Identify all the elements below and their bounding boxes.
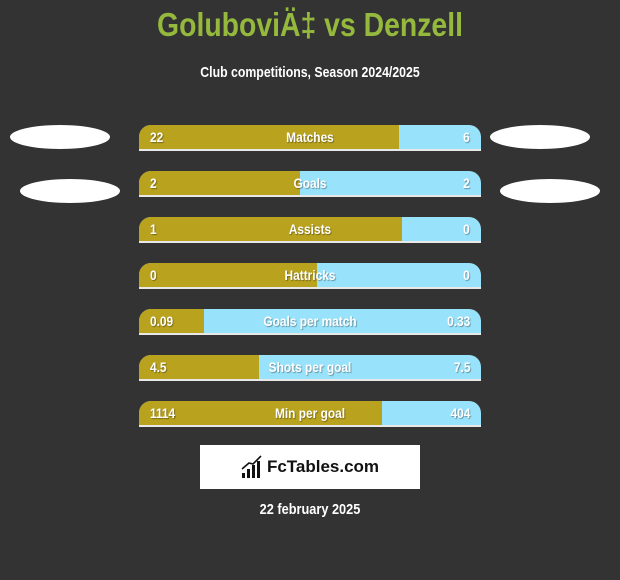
date-label: 22 february 2025 (259, 501, 361, 518)
stat-row: 0 Hattricks 0 (139, 263, 481, 289)
stat-row: 0.09 Goals per match 0.33 (139, 309, 481, 335)
stat-label: Assists (288, 221, 332, 237)
left-value: 22 (150, 129, 164, 145)
match-title: GoluboviÄ‡ vs Denzell (157, 6, 463, 43)
right-player-badge-2 (500, 179, 600, 203)
logo-text: FcTables.com (266, 457, 380, 476)
stat-row: 2 Goals 2 (139, 171, 481, 197)
stat-row: 1 Assists 0 (139, 217, 481, 243)
right-player-badge-1 (490, 125, 590, 149)
stat-label: Matches (286, 129, 334, 145)
left-player-badge-2 (20, 179, 120, 203)
stat-label: Goals (293, 175, 327, 191)
right-value: 404 (450, 405, 470, 421)
bar-chart-trend-icon (241, 455, 262, 478)
stat-row: 4.5 Shots per goal 7.5 (139, 355, 481, 381)
left-value: 1 (150, 221, 157, 237)
right-value: 0 (463, 267, 470, 283)
right-value: 0 (463, 221, 470, 237)
stat-label: Min per goal (274, 405, 346, 421)
stat-label: Shots per goal (268, 359, 352, 375)
left-player-badge-1 (10, 125, 110, 149)
stat-row: 1114 Min per goal 404 (139, 401, 481, 427)
stat-label: Goals per match (263, 313, 357, 329)
right-value: 6 (463, 129, 470, 145)
left-value: 0 (150, 267, 157, 283)
competition-subtitle: Club competitions, Season 2024/2025 (200, 64, 420, 81)
fctables-logo[interactable]: FcTables.com (200, 445, 420, 489)
right-value: 2 (463, 175, 470, 191)
stat-label: Hattricks (284, 267, 336, 283)
right-value: 0.33 (446, 313, 470, 329)
right-value: 7.5 (453, 359, 470, 375)
stat-row: 22 Matches 6 (139, 125, 481, 151)
left-value: 2 (150, 175, 157, 191)
